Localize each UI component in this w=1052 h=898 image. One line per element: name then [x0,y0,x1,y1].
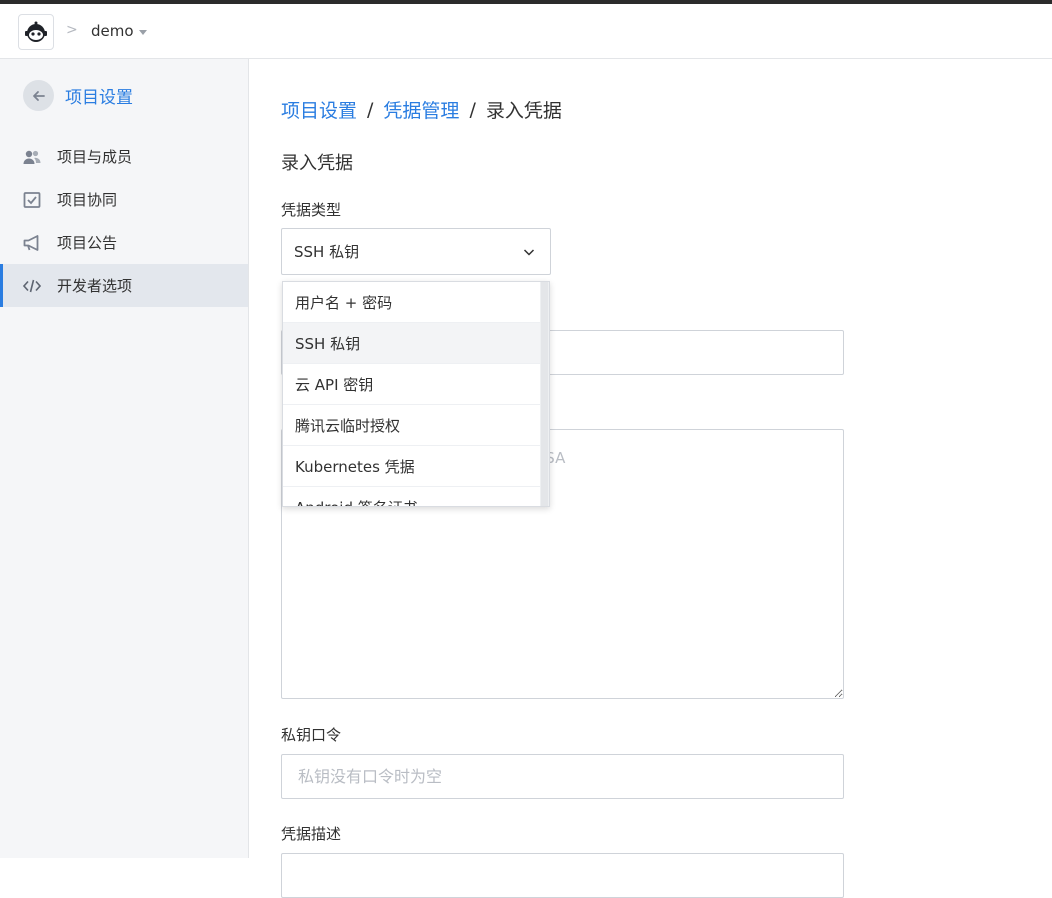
breadcrumb-separator: / [367,98,374,121]
page-title: 录入凭据 [281,153,353,174]
credential-type-dropdown[interactable]: 用户名 + 密码 SSH 私钥 云 API 密钥 腾讯云临时授权 Kuberne… [282,281,550,507]
description-label: 凭据描述 [281,825,342,843]
credential-type-select[interactable]: SSH 私钥 [281,228,551,275]
sidebar-title: 项目设置 [65,88,133,108]
passphrase-label: 私钥口令 [281,726,342,744]
code-icon [23,279,41,293]
arrow-left-icon[interactable] [23,80,54,111]
sidebar-item-developer-options[interactable]: 开发者选项 [0,264,248,307]
passphrase-input[interactable] [281,754,844,799]
sidebar-item-label: 开发者选项 [57,277,133,295]
description-input[interactable] [281,853,844,898]
dropdown-list: 用户名 + 密码 SSH 私钥 云 API 密钥 腾讯云临时授权 Kuberne… [283,282,542,507]
top-header: > demo [0,4,1052,59]
sidebar-item-label: 项目协同 [57,191,118,209]
dropdown-option-kubernetes[interactable]: Kubernetes 凭据 [283,446,542,487]
sidebar-item-collaboration[interactable]: 项目协同 [0,178,248,221]
chevron-down-icon [523,249,535,256]
credential-type-value: SSH 私钥 [294,243,360,261]
app-logo[interactable] [18,14,54,50]
breadcrumb: 项目设置 / 凭据管理 / 录入凭据 [281,96,562,123]
back-to-project-settings[interactable]: 项目设置 [23,80,133,111]
project-name: demo [91,22,134,40]
dropdown-option-cloud-api-key[interactable]: 云 API 密钥 [283,364,542,405]
header-separator: > [66,22,78,38]
megaphone-icon [23,235,39,251]
dropdown-scrollbar[interactable] [540,282,549,506]
collaboration-icon [23,192,41,208]
sidebar-item-label: 项目与成员 [57,148,133,166]
sidebar-item-members[interactable]: 项目与成员 [0,135,248,178]
breadcrumb-project-settings[interactable]: 项目设置 [281,96,357,123]
sidebar-item-announcement[interactable]: 项目公告 [0,221,248,264]
project-switcher[interactable]: demo [91,22,147,40]
breadcrumb-credential-management[interactable]: 凭据管理 [383,96,459,123]
logo-icon [25,21,47,42]
credential-type-label: 凭据类型 [281,201,342,219]
dropdown-option-username-password[interactable]: 用户名 + 密码 [283,282,542,323]
dropdown-option-android-cert[interactable]: Android 签名证书 [283,487,542,507]
breadcrumb-current: 录入凭据 [485,100,562,122]
sidebar: 项目设置 项目与成员 项目协同 项目公告 开发者选项 [0,59,249,858]
caret-down-icon [138,29,147,35]
dropdown-option-ssh-key[interactable]: SSH 私钥 [283,323,542,364]
sidebar-item-label: 项目公告 [57,234,118,252]
dropdown-option-tencent-temp-auth[interactable]: 腾讯云临时授权 [283,405,542,446]
dropdown-scrollbar-thumb[interactable] [541,282,548,506]
breadcrumb-separator: / [469,98,476,121]
members-icon [23,150,41,164]
